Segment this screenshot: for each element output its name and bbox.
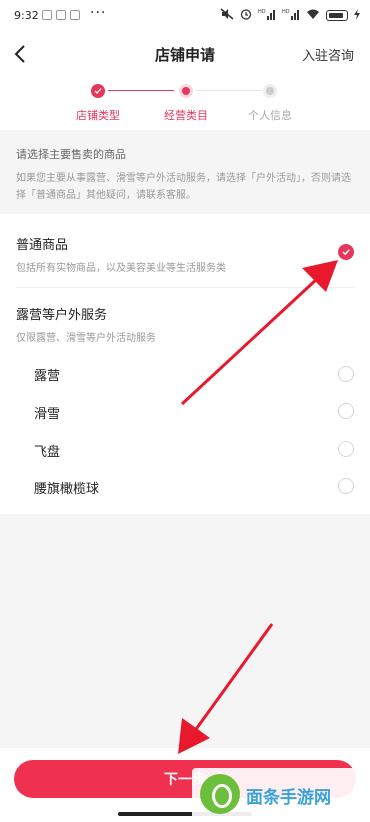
current-step-icon [179, 84, 193, 98]
hint-section: 请选择主要售卖的商品 如果您主要从事露营、滑雪等户外活动服务，请选择「户外活动」… [0, 138, 370, 212]
step-label: 店铺类型 [76, 109, 120, 122]
status-time: 9:32 [14, 9, 39, 22]
annotation-arrow [178, 623, 274, 754]
option-general-goods[interactable]: 普通商品 包括所有实物商品，以及美容美业等生活服务类 [16, 234, 356, 274]
notification-icon [56, 10, 66, 20]
sub-option-skiing[interactable]: 滑雪 [34, 403, 354, 422]
option-description: 仅限露营、滑雪等户外活动服务 [16, 333, 156, 344]
status-bar: 9:32 ··· HD HD [0, 0, 370, 30]
step-label: 个人信息 [248, 109, 292, 122]
step-store-type: 店铺类型 [58, 84, 138, 123]
option-outdoor-services: 露营等户外服务 仅限露营、滑雪等户外活动服务 [16, 304, 356, 344]
notification-icon [70, 10, 80, 20]
header: 店铺申请 入驻咨询 [0, 30, 370, 78]
category-list: 普通商品 包括所有实物商品，以及美容美业等生活服务类 露营等户外服务 仅限露营、… [0, 214, 370, 514]
radio-flag-football[interactable] [338, 478, 354, 494]
sub-option-flag-football[interactable]: 腰旗橄榄球 [34, 478, 354, 497]
sub-option-frisbee[interactable]: 飞盘 [34, 441, 354, 460]
watermark: 面条手游网 [192, 768, 370, 822]
option-name: 露营等户外服务 [16, 308, 108, 323]
radio-frisbee[interactable] [338, 441, 354, 457]
watermark-logo [200, 774, 240, 814]
watermark-text: 面条手游网 [246, 788, 331, 808]
battery-icon [326, 10, 348, 21]
alarm-icon [240, 8, 252, 23]
mute-icon [220, 8, 234, 23]
signal-icon: HD [258, 8, 276, 23]
notification-icon [42, 10, 52, 20]
hd-label: HD [258, 9, 266, 15]
check-icon [342, 249, 350, 256]
option-description: 包括所有实物商品，以及美容美业等生活服务类 [16, 263, 226, 274]
step-category: 经营类目 [146, 84, 226, 123]
charging-icon [354, 8, 360, 23]
pending-step-icon [263, 84, 277, 98]
hd-label: HD [282, 9, 290, 15]
wifi-icon [306, 8, 320, 23]
step-personal-info: 个人信息 [230, 84, 310, 123]
radio-skiing[interactable] [338, 403, 354, 419]
hint-title: 请选择主要售卖的商品 [16, 148, 126, 161]
sub-option-camping[interactable]: 露营 [34, 365, 354, 384]
option-name: 普通商品 [16, 238, 69, 253]
consult-link[interactable]: 入驻咨询 [302, 45, 354, 64]
divider [16, 287, 354, 288]
system-icons: HD HD [220, 8, 360, 23]
radio-camping[interactable] [338, 366, 354, 382]
step-label: 经营类目 [164, 109, 208, 122]
stepper: 店铺类型 经营类目 个人信息 [0, 78, 370, 130]
more-notifications-icon: ··· [90, 5, 107, 21]
check-icon [91, 84, 105, 98]
hint-description: 如果您主要从事露营、滑雪等户外活动服务，请选择「户外活动」，否则请选择「普通商品… [16, 173, 351, 201]
signal-icon: HD [282, 8, 300, 23]
radio-general-goods[interactable] [338, 244, 354, 260]
